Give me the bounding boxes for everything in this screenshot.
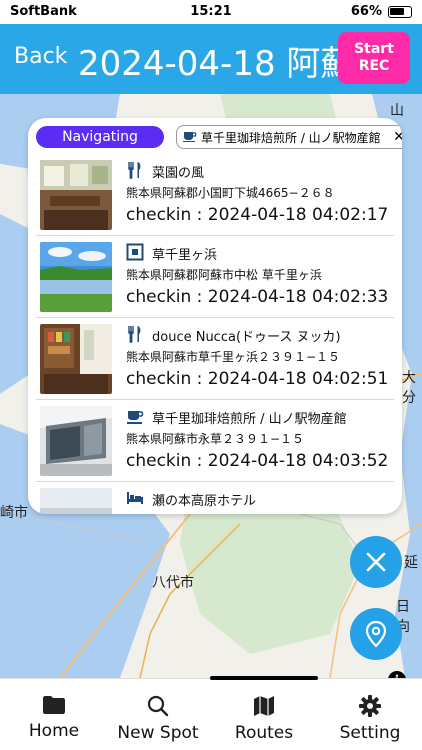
spot-checkin: checkin : 2024-04-18 04:02:51 — [126, 369, 389, 389]
status-bar: SoftBank 15:21 66% — [0, 0, 422, 24]
map-label-nobe: 延 — [404, 555, 418, 571]
tab-new-spot[interactable]: New Spot — [112, 691, 204, 747]
spot-address: 熊本県阿蘇郡阿蘇市中松 草千里ヶ浜 — [126, 268, 322, 282]
spot-item[interactable]: 菜園の風 熊本県阿蘇郡小国町下城4665−２６８ checkin : 2024-… — [36, 154, 394, 236]
tab-label: Setting — [339, 723, 401, 743]
battery-percent: 66% — [350, 4, 382, 19]
spot-item[interactable]: douce Nucca(ドゥース ヌッカ) 熊本県阿蘇市草千里ヶ浜２３９１−１５… — [36, 318, 394, 400]
spot-checkin: checkin : 2024-04-18 04:02:33 — [126, 287, 389, 307]
spot-name: 瀬の本高原ホテル — [152, 494, 257, 509]
spot-checkin: checkin : 2024-04-18 04:02:17 — [126, 205, 389, 225]
route-chip[interactable]: 草千里珈琲焙煎所 / 山ノ駅物産館 ✕ — [176, 125, 402, 149]
restaurant-icon — [126, 325, 144, 343]
status-right: 66% — [351, 4, 412, 19]
tab-label: Routes — [234, 723, 294, 743]
route-panel: Navigating 草千里珈琲焙煎所 / 山ノ駅物産館 ✕ 菜園の風 熊本県阿… — [28, 118, 402, 514]
current-location-button[interactable] — [350, 608, 402, 660]
page-title: 2024-04-18 阿蘇 — [78, 44, 355, 84]
home-indicator — [210, 676, 318, 680]
landmark-icon — [126, 243, 144, 261]
back-button[interactable]: Back — [14, 44, 67, 69]
map-label-yatsushiro: 八代市 — [152, 575, 194, 591]
tab-label: New Spot — [117, 723, 199, 743]
spot-name: 草千里珈琲焙煎所 / 山ノ駅物産館 — [152, 412, 347, 427]
route-chip-label: 草千里珈琲焙煎所 / 山ノ駅物産館 — [201, 130, 381, 145]
spot-name: 草千里ヶ浜 — [152, 248, 218, 263]
map-label-saki: 崎市 — [0, 505, 28, 521]
close-route-button[interactable] — [350, 536, 402, 588]
cafe-icon — [183, 130, 197, 145]
spot-address: 熊本県阿蘇市草千里ヶ浜２３９１−１５ — [126, 350, 341, 364]
rec-label-line1: Start — [354, 41, 394, 57]
header-bar: Back 2024-04-18 阿蘇 Start REC — [0, 24, 422, 94]
map-label-yama: 山 — [390, 103, 404, 119]
spot-photo — [40, 160, 112, 230]
close-icon[interactable]: ✕ — [391, 129, 402, 145]
tab-setting[interactable]: Setting — [330, 691, 410, 747]
spot-photo — [40, 242, 112, 312]
spot-address: 熊本県阿蘇郡小国町下城4665−２６８ — [126, 186, 335, 200]
rec-label-line2: REC — [358, 58, 390, 74]
tab-label: Home — [28, 721, 80, 741]
folder-icon — [43, 696, 65, 714]
tab-home[interactable]: Home — [14, 691, 94, 747]
spot-photo — [40, 488, 112, 514]
cafe-icon — [126, 407, 144, 425]
spot-item[interactable]: 瀬の本高原ホテル — [36, 482, 394, 514]
gear-icon — [359, 695, 381, 717]
spot-photo — [40, 324, 112, 394]
spot-photo — [40, 406, 112, 476]
spot-checkin: checkin : 2024-04-18 04:03:52 — [126, 451, 389, 471]
navigating-badge: Navigating — [36, 126, 164, 148]
spot-address: 熊本県阿蘇市永草２３９１−１５ — [126, 432, 305, 446]
spot-name: 菜園の風 — [152, 166, 205, 181]
spot-list: 菜園の風 熊本県阿蘇郡小国町下城4665−２６８ checkin : 2024-… — [36, 154, 394, 514]
search-icon — [147, 695, 169, 717]
hotel-icon — [126, 489, 144, 507]
map-label-oita: 大分 — [402, 370, 416, 406]
close-icon — [366, 552, 386, 572]
spot-item[interactable]: 草千里珈琲焙煎所 / 山ノ駅物産館 熊本県阿蘇市永草２３９１−１５ checki… — [36, 400, 394, 482]
start-rec-button[interactable]: Start REC — [338, 32, 410, 84]
spot-name: douce Nucca(ドゥース ヌッカ) — [152, 330, 341, 345]
battery-icon — [388, 5, 412, 18]
restaurant-icon — [126, 161, 144, 179]
map-icon — [254, 696, 274, 716]
tab-routes[interactable]: Routes — [224, 691, 304, 747]
location-pin-icon — [365, 620, 387, 648]
spot-item[interactable]: 草千里ヶ浜 熊本県阿蘇郡阿蘇市中松 草千里ヶ浜 checkin : 2024-0… — [36, 236, 394, 318]
tab-bar: Home New Spot Routes Setting — [0, 678, 422, 750]
